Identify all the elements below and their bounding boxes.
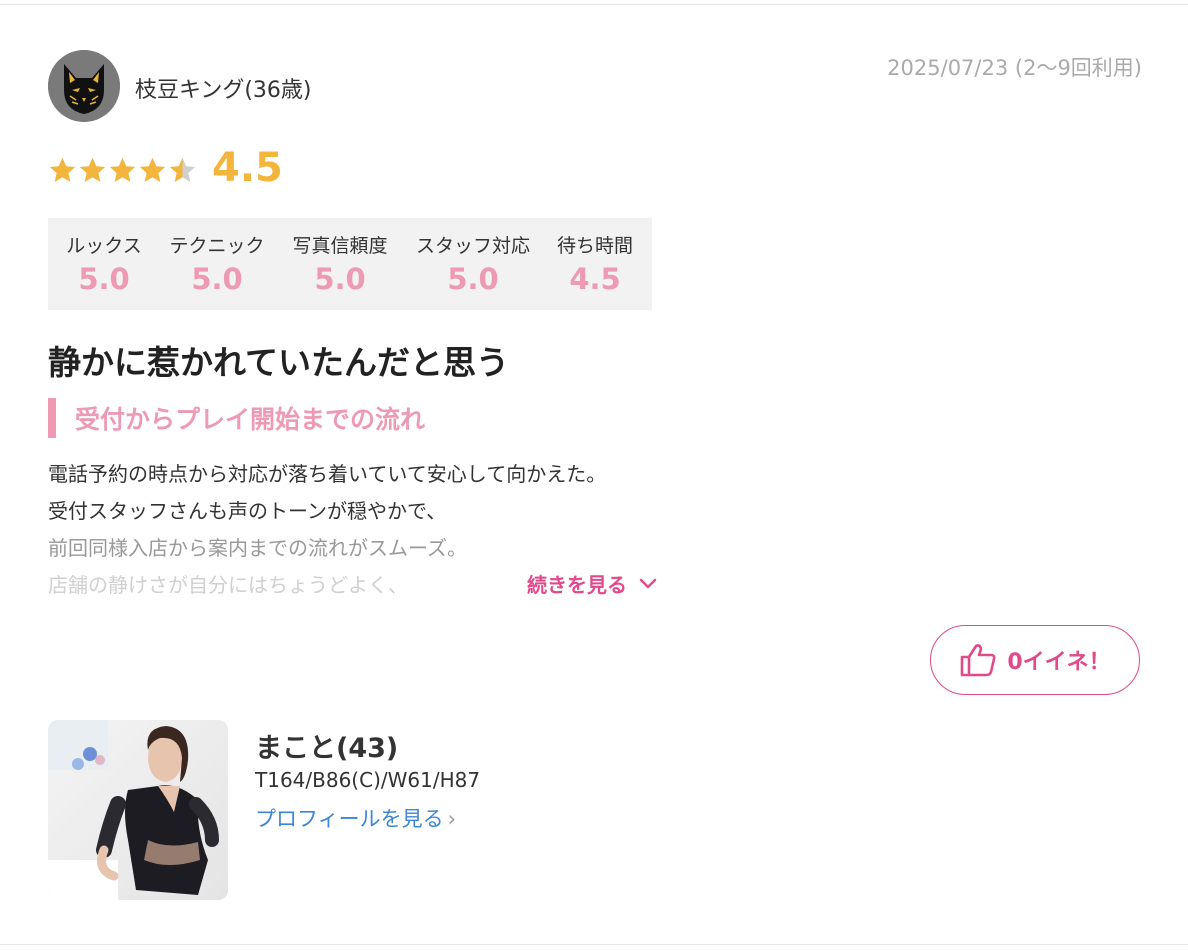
chevron-down-icon [639, 578, 657, 588]
subrating-panel: ルックス 5.0 テクニック 5.0 写真信頼度 5.0 スタッフ対応 5.0 … [48, 218, 652, 310]
review-title: 静かに惹かれていたんだと思う [48, 343, 510, 382]
subrating-label: ルックス [66, 235, 142, 257]
subrating-value: 4.5 [569, 262, 621, 296]
subrating-technique: テクニック 5.0 [163, 218, 271, 310]
reviewer-name: 枝豆キング(36歳) [135, 78, 312, 103]
star-rating [48, 156, 197, 185]
subrating-label: 待ち時間 [556, 235, 633, 257]
view-profile-label: プロフィールを見る [255, 807, 444, 831]
cast-photo-image [48, 720, 228, 900]
star-icon [169, 157, 196, 182]
review-date: 2025/07/23 (2〜9回利用) [887, 56, 1142, 80]
view-profile-link[interactable]: プロフィールを見る › [255, 803, 456, 833]
fox-mask-icon [48, 50, 120, 122]
subrating-label: テクニック [169, 235, 265, 257]
subrating-value: 5.0 [314, 262, 366, 296]
read-more-link[interactable]: 続きを見る [527, 569, 657, 598]
like-count-label: 0イイネ！ [1007, 650, 1111, 675]
user-avatar [48, 50, 120, 122]
top-divider [0, 4, 1188, 5]
subrating-label: 写真信頼度 [292, 235, 388, 257]
section-heading: 受付からプレイ開始までの流れ [75, 405, 426, 434]
subrating-value: 5.0 [78, 262, 130, 296]
subrating-photo-reliability: 写真信頼度 5.0 [286, 218, 394, 310]
star-icon [49, 157, 76, 182]
thumbs-up-icon [961, 644, 996, 677]
cast-name: まこと(43) [255, 733, 399, 764]
cast-measurements: T164/B86(C)/W61/H87 [255, 768, 481, 792]
subrating-staff: スタッフ対応 5.0 [408, 218, 538, 310]
section-accent-bar [48, 398, 56, 438]
chevron-right-icon: › [447, 807, 456, 831]
subrating-value: 5.0 [191, 262, 243, 296]
star-icon [79, 157, 106, 182]
overall-score: 4.5 [212, 145, 283, 191]
read-more-label: 続きを見る [527, 573, 627, 597]
bottom-divider [0, 944, 1188, 945]
subrating-wait-time: 待ち時間 4.5 [548, 218, 642, 310]
cast-photo[interactable] [48, 720, 228, 900]
review-body-line: 受付スタッフさんも声のトーンが穏やかで、 [48, 499, 447, 523]
like-button[interactable]: 0イイネ！ [930, 625, 1140, 695]
subrating-label: スタッフ対応 [415, 235, 530, 257]
review-body-line: 前回同様入店から案内までの流れがスムーズ。 [48, 536, 467, 560]
star-icon [109, 157, 136, 182]
subrating-looks: ルックス 5.0 [60, 218, 148, 310]
subrating-value: 5.0 [447, 262, 499, 296]
review-body-line: 電話予約の時点から対応が落ち着いていて安心して向かえた。 [48, 462, 607, 486]
star-icon [139, 157, 166, 182]
